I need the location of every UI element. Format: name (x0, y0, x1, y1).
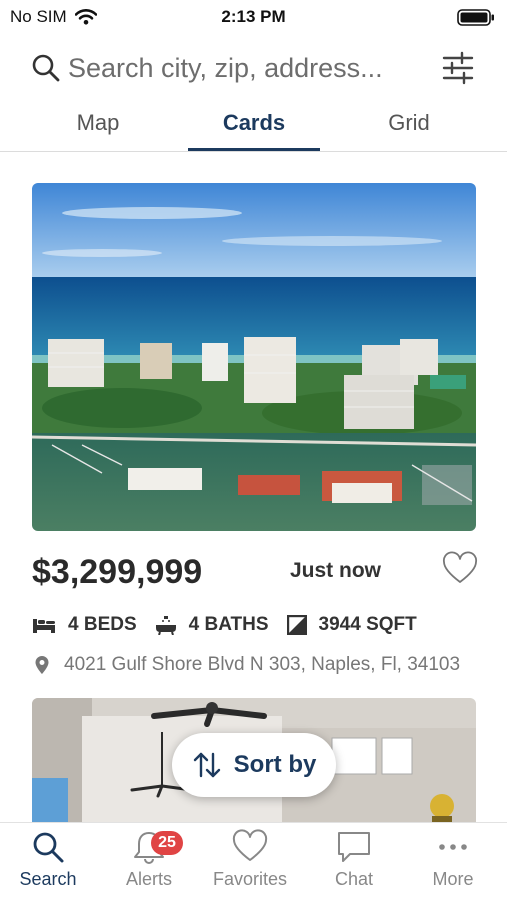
listing-address: 4021 Gulf Shore Blvd N 303, Naples, Fl, … (32, 643, 476, 687)
sort-by-label: Sort by (233, 751, 317, 778)
nav-item-chat[interactable]: Chat (304, 829, 404, 899)
bottom-nav: Search 25 Alerts Favorites Chat More (0, 822, 507, 900)
tab-cards[interactable]: Cards (188, 110, 320, 152)
tab-map[interactable]: Map (38, 110, 158, 152)
nav-label-more: More (432, 869, 474, 889)
nav-item-more[interactable]: More (403, 829, 503, 899)
listing-card[interactable]: $3,299,999 Just now 4 BEDS 4 BATHS 3944 … (32, 183, 478, 687)
nav-item-favorites[interactable]: Favorites (200, 829, 300, 899)
view-tabs: Map Cards Grid (0, 104, 507, 152)
spec-sqft: 3944 SQFT (286, 614, 417, 636)
nav-label-chat: Chat (334, 869, 374, 889)
nav-label-search: Search (19, 869, 77, 889)
nav-item-alerts[interactable]: 25 Alerts (99, 829, 199, 899)
listing-specs: 4 BEDS 4 BATHS 3944 SQFT (32, 607, 476, 643)
search-input[interactable] (68, 50, 428, 86)
spec-baths: 4 BATHS (155, 614, 269, 636)
status-time: 2:13 PM (221, 7, 286, 26)
filter-sliders-icon[interactable] (440, 50, 476, 86)
chat-bubble-icon (338, 832, 370, 862)
tab-grid[interactable]: Grid (350, 110, 468, 152)
search-icon (33, 832, 64, 863)
map-pin-icon (35, 656, 49, 674)
sqft-label: 3944 SQFT (318, 614, 417, 635)
active-tab-indicator (188, 148, 320, 151)
beds-label: 4 BEDS (68, 614, 137, 635)
baths-label: 4 BATHS (188, 614, 269, 635)
battery-icon (457, 9, 494, 26)
address-text: 4021 Gulf Shore Blvd N 303, Naples, Fl, … (64, 654, 461, 675)
bed-icon (33, 619, 55, 633)
more-dots-icon (439, 844, 467, 850)
status-bar: No SIM 2:13 PM (0, 0, 507, 34)
search-icon (32, 54, 60, 82)
nav-label-favorites: Favorites (212, 869, 288, 889)
alerts-badge: 25 (151, 831, 183, 855)
price-row: $3,299,999 Just now (32, 531, 478, 607)
search-bar (0, 44, 507, 92)
bathtub-icon (155, 616, 176, 635)
spec-beds: 4 BEDS (32, 614, 137, 636)
nav-item-search[interactable]: Search (0, 829, 98, 899)
sort-arrows-icon (193, 752, 220, 778)
heart-icon (232, 829, 268, 861)
listing-price: $3,299,999 (32, 553, 203, 591)
area-square-icon (286, 615, 307, 635)
listing-photo[interactable] (32, 183, 476, 531)
favorite-heart-icon[interactable] (442, 551, 478, 587)
sort-by-button[interactable]: Sort by (172, 733, 336, 797)
listing-posted-time: Just now (290, 559, 382, 582)
nav-label-alerts: Alerts (125, 869, 172, 889)
